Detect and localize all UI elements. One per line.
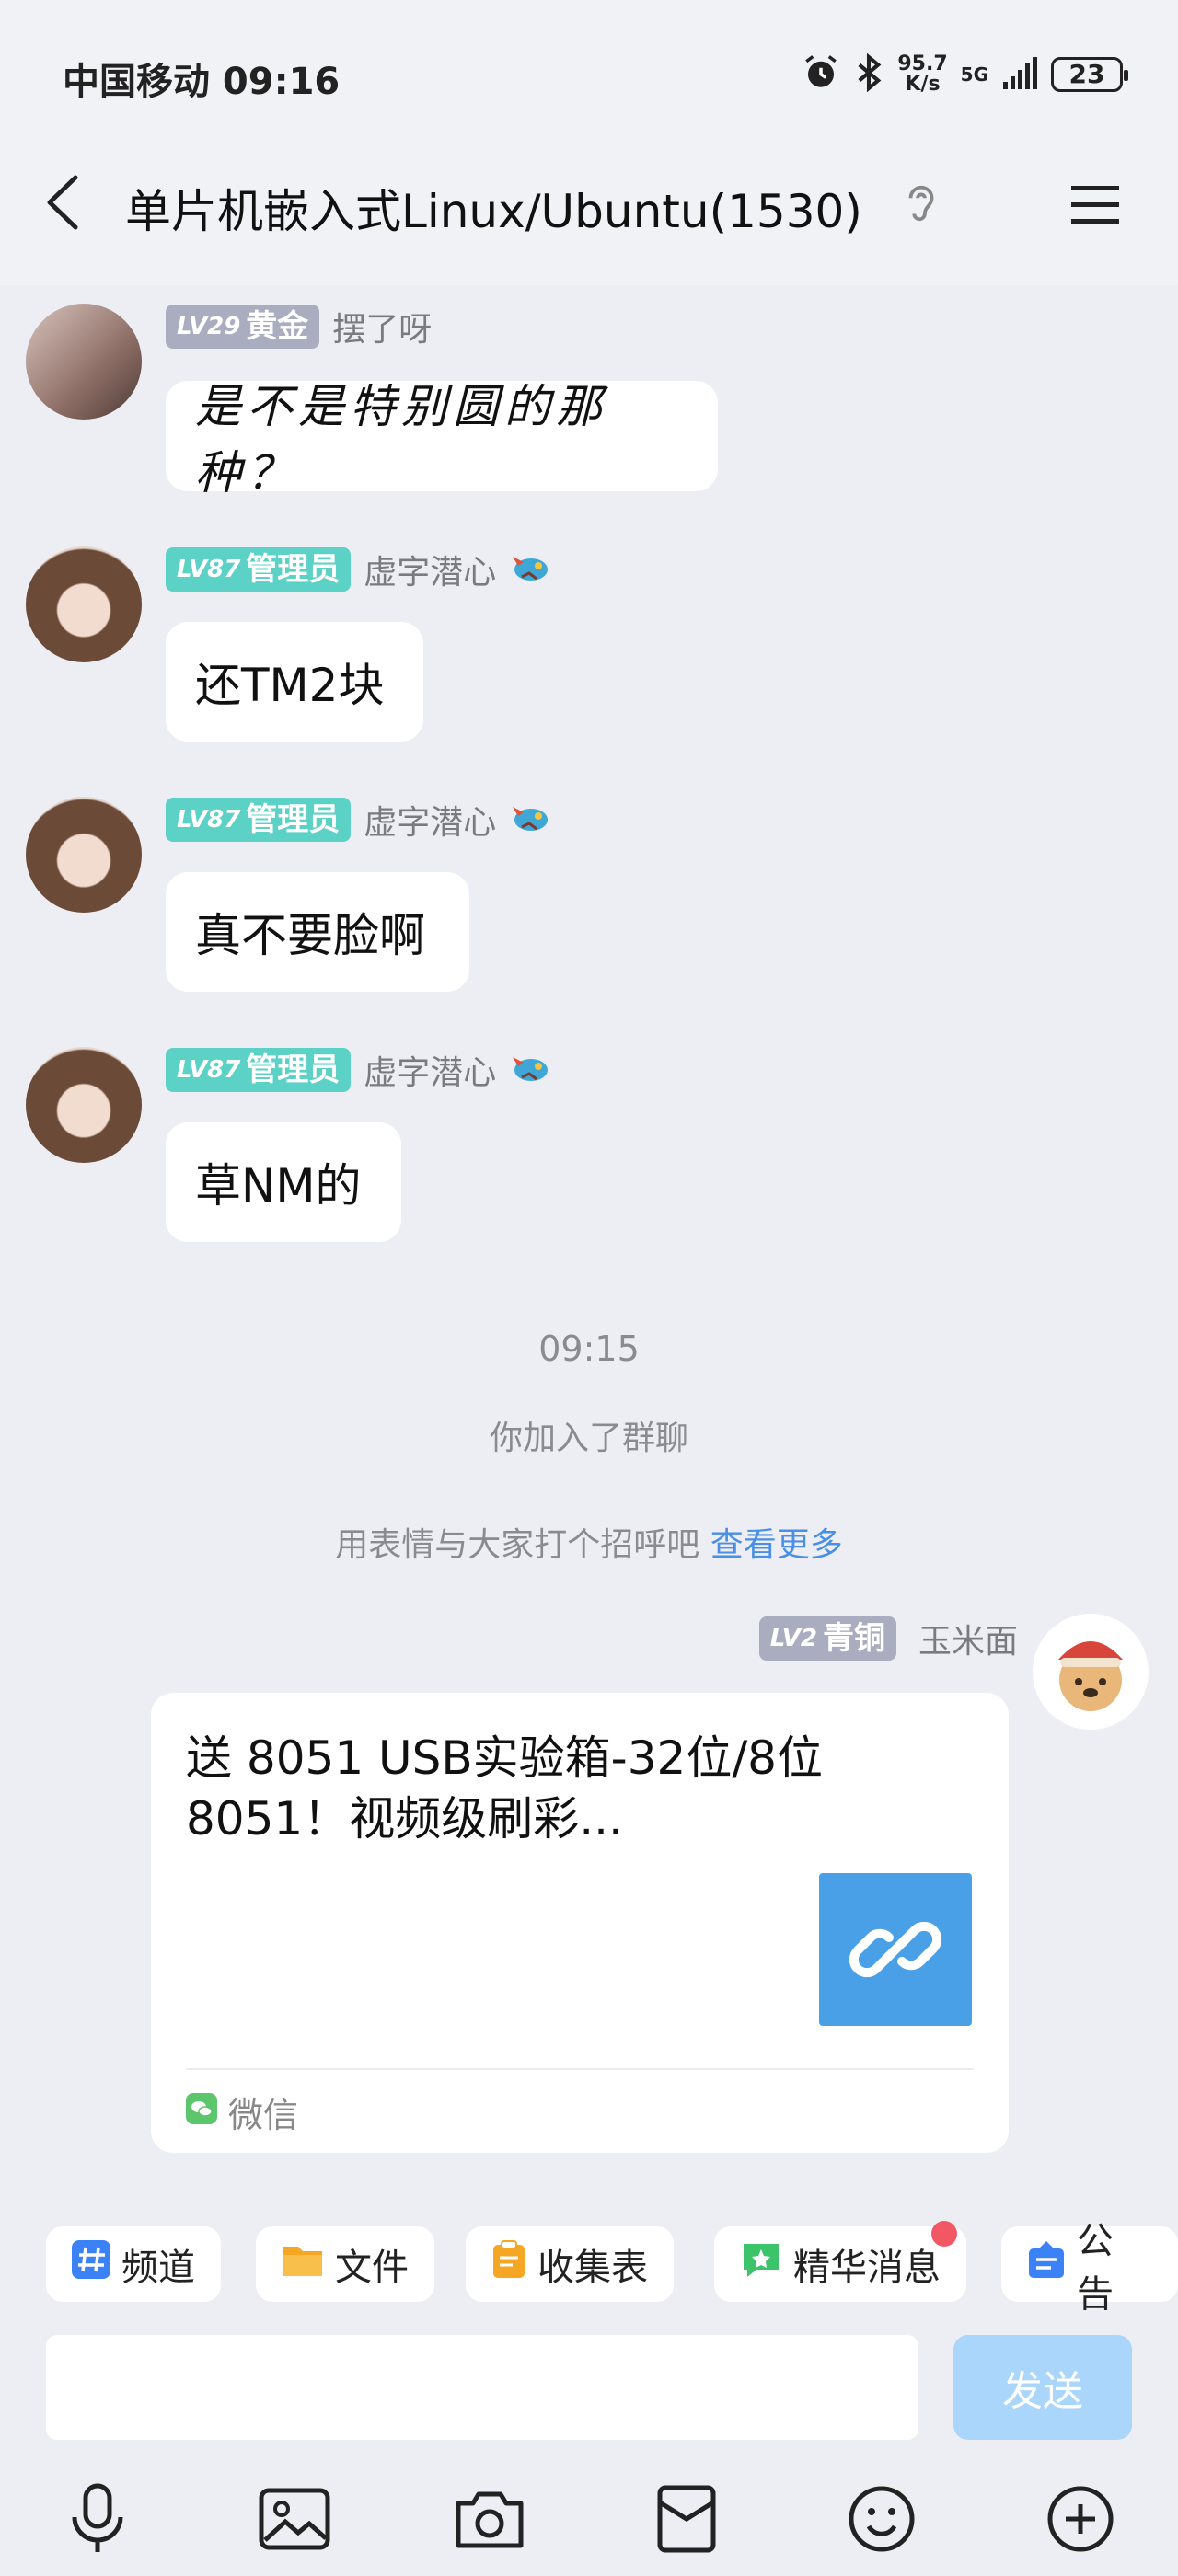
message-meta: LV87 管理员 虚字潜心 bbox=[166, 797, 553, 843]
image-icon[interactable] bbox=[258, 2482, 331, 2556]
hashtag-icon bbox=[72, 2240, 110, 2288]
level-badge: LV2 青铜 bbox=[758, 1616, 896, 1661]
announcement-icon bbox=[1027, 2239, 1066, 2289]
card-title: 送 8051 USB实验箱-32位/8位8051！视频级刷彩... bbox=[186, 1731, 823, 1846]
channel-button[interactable]: 频道 bbox=[46, 2226, 221, 2302]
network-type: 5G bbox=[960, 63, 988, 86]
wechat-icon bbox=[186, 2092, 217, 2133]
avatar[interactable] bbox=[26, 546, 142, 662]
clipboard-icon bbox=[491, 2239, 526, 2289]
net-speed-unit: K/s bbox=[905, 73, 941, 96]
message-bubble[interactable]: 是不是特别圆的那种？ bbox=[166, 380, 718, 500]
dragon-emblem-icon bbox=[509, 798, 553, 842]
earpiece-mode-icon[interactable] bbox=[900, 180, 942, 230]
menu-icon[interactable] bbox=[1068, 177, 1123, 236]
message-meta: LV29 黄金 摆了呀 bbox=[166, 304, 432, 350]
alarm-icon bbox=[802, 53, 840, 96]
dragon-emblem-icon bbox=[509, 1048, 553, 1092]
folder-icon bbox=[282, 2241, 324, 2287]
sender-name[interactable]: 摆了呀 bbox=[332, 303, 432, 351]
form-button[interactable]: 收集表 bbox=[466, 2226, 674, 2302]
join-notice: 你加入了群聊 bbox=[489, 1420, 688, 1457]
red-packet-icon[interactable] bbox=[650, 2482, 723, 2556]
link-icon bbox=[819, 1873, 972, 2026]
timestamp: 09:15 bbox=[538, 1328, 640, 1369]
files-button[interactable]: 文件 bbox=[256, 2226, 434, 2302]
back-arrow-icon[interactable] bbox=[40, 170, 87, 238]
net-speed-value: 95.7 bbox=[897, 52, 948, 75]
input-bar: 发送 bbox=[0, 2318, 1178, 2456]
link-card[interactable]: 送 8051 USB实验箱-32位/8位8051！视频级刷彩... 微信 bbox=[151, 1693, 1009, 2153]
message-input[interactable] bbox=[46, 2335, 918, 2440]
message-bubble[interactable]: 真不要脸啊 bbox=[166, 872, 469, 992]
essence-button[interactable]: 精华消息 bbox=[714, 2221, 966, 2302]
avatar[interactable] bbox=[26, 304, 142, 420]
sender-name[interactable]: 虚字潜心 bbox=[364, 546, 496, 593]
announcement-button[interactable]: 公告 bbox=[1001, 2220, 1178, 2316]
admin-badge: LV87 管理员 bbox=[166, 1048, 352, 1092]
carrier-time: 中国移动 09:16 bbox=[63, 61, 341, 103]
admin-badge: LV87 管理员 bbox=[166, 547, 352, 592]
battery-icon: 23 bbox=[1051, 57, 1128, 92]
send-button[interactable]: 发送 bbox=[953, 2335, 1132, 2440]
bluetooth-icon bbox=[853, 52, 884, 96]
message-bubble[interactable]: 草NM的 bbox=[166, 1122, 401, 1242]
avatar[interactable] bbox=[26, 797, 142, 913]
signal-icon bbox=[1001, 54, 1038, 95]
sender-name[interactable]: 虚字潜心 bbox=[364, 1046, 496, 1094]
admin-badge: LV87 管理员 bbox=[166, 798, 352, 842]
microphone-icon[interactable] bbox=[61, 2482, 134, 2556]
plus-icon[interactable] bbox=[1044, 2482, 1117, 2556]
message-meta: LV87 管理员 虚字潜心 bbox=[166, 1047, 553, 1093]
message-meta: LV87 管理员 虚字潜心 bbox=[166, 546, 553, 592]
message-bubble[interactable]: 还TM2块 bbox=[166, 622, 423, 742]
bottom-actions bbox=[0, 2456, 1178, 2576]
quick-toolbar: 频道 文件 收集表 精华消息 公告 bbox=[0, 2208, 1178, 2318]
avatar[interactable] bbox=[26, 1047, 142, 1163]
emoji-icon[interactable] bbox=[845, 2482, 918, 2556]
essence-chat-icon bbox=[740, 2240, 782, 2288]
level-badge: LV29 黄金 bbox=[166, 305, 320, 349]
card-source: 微信 bbox=[186, 2087, 298, 2137]
group-title[interactable]: 单片机嵌入式Linux/Ubuntu(1530) bbox=[125, 175, 862, 241]
dragon-emblem-icon bbox=[509, 547, 553, 592]
own-message-meta: LV2 青铜 玉米面 bbox=[758, 1614, 1018, 1663]
greeting-notice: 用表情与大家打个招呼吧 查看更多 bbox=[335, 1526, 843, 1564]
unread-dot bbox=[931, 2221, 957, 2247]
sender-name[interactable]: 玉米面 bbox=[918, 1615, 1018, 1662]
avatar[interactable] bbox=[1033, 1614, 1149, 1730]
sender-name[interactable]: 虚字潜心 bbox=[364, 796, 496, 844]
camera-icon[interactable] bbox=[453, 2482, 526, 2556]
see-more-link[interactable]: 查看更多 bbox=[710, 1526, 843, 1564]
status-bar: 中国移动 09:16 95.7 K/s 5G 23 bbox=[0, 0, 1178, 156]
